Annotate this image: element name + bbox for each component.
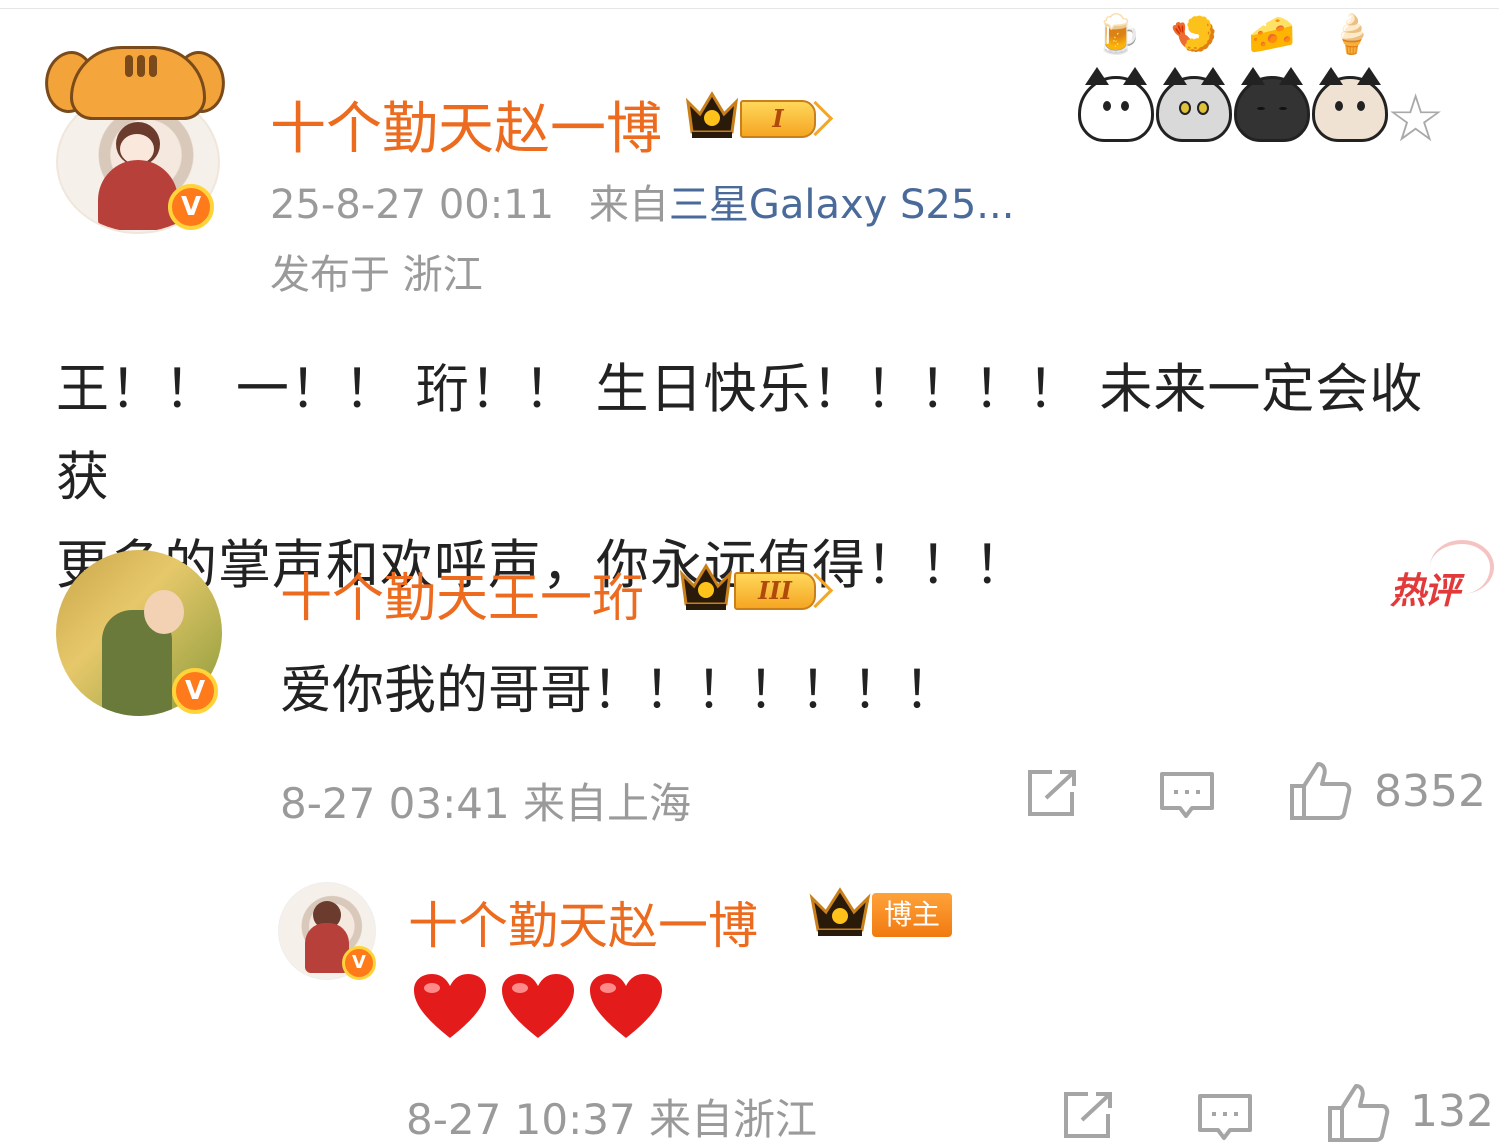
like-button[interactable]: [1326, 1082, 1392, 1144]
crown-icon: [809, 887, 871, 936]
share-button[interactable]: [1060, 1090, 1116, 1142]
heart-icon: [502, 974, 574, 1038]
rank-level: I: [740, 100, 816, 138]
reply-button[interactable]: [1158, 770, 1216, 822]
reply-button[interactable]: [1196, 1092, 1254, 1144]
heart-icon: [414, 974, 486, 1038]
reply-author-name[interactable]: 十个勤天赵一博: [408, 886, 758, 958]
top-divider: [0, 8, 1499, 9]
like-count: 8352: [1374, 766, 1486, 817]
grey-cat-icon: [1156, 67, 1232, 142]
tiger-stripe: [137, 55, 145, 77]
post-author-name[interactable]: 十个勤天赵一博: [270, 84, 662, 165]
device-link[interactable]: 三星Galaxy S25...: [669, 182, 1015, 228]
comment-icon: [1160, 772, 1214, 818]
share-icon: [1028, 770, 1076, 816]
beer-icon: 🍺: [1094, 12, 1142, 56]
post-meta: 25-8-27 00:11 来自三星Galaxy S25...: [270, 172, 1014, 230]
favorite-star-icon[interactable]: ☆: [1386, 86, 1445, 152]
share-button[interactable]: [1024, 768, 1080, 820]
fan-rank-badge[interactable]: I: [684, 88, 834, 142]
comment-author-name[interactable]: 十个勤天王一珩: [280, 556, 644, 631]
tiger-stripe: [125, 55, 133, 77]
share-icon: [1064, 1092, 1112, 1138]
post-location: 发布于 浙江: [270, 252, 483, 298]
verified-v-icon: V: [342, 946, 376, 980]
ice-cream-icon: 🍦: [1328, 12, 1376, 56]
avatar-figure-body: [98, 160, 178, 230]
comment-meta: 8-27 03:41 来自上海: [280, 779, 692, 828]
hot-comment-badge: 热评: [1390, 540, 1495, 614]
shrimp-icon: 🍤: [1170, 12, 1218, 56]
crown-icon: [685, 91, 739, 138]
like-button[interactable]: [1288, 760, 1354, 822]
avatar-figure-face: [144, 590, 184, 634]
blogger-host-badge: 博主: [872, 893, 952, 937]
verified-v-icon: V: [168, 184, 214, 230]
rank-level: III: [734, 572, 816, 610]
heart-icon: [590, 974, 662, 1038]
thumbs-up-icon: [1328, 1084, 1390, 1142]
siamese-cat-icon: [1312, 67, 1388, 142]
comment-text: 爱你我的哥哥！！！！！！！: [280, 661, 957, 721]
comment-icon: [1198, 1094, 1252, 1140]
crown-icon: [679, 563, 733, 610]
from-prefix: 来自: [588, 182, 669, 228]
thumbs-up-icon: [1290, 762, 1352, 820]
post-time: 25-8-27 00:11: [270, 182, 555, 228]
post-content-line: 王！！ 一！！ 珩！！ 生日快乐！！！！！ 未来一定会收获: [56, 359, 1424, 508]
reply-meta: 8-27 10:37 来自浙江: [406, 1095, 818, 1144]
white-cat-icon: [1078, 67, 1154, 142]
tiger-stripe: [149, 55, 157, 77]
cheese-icon: 🧀: [1248, 12, 1296, 56]
like-count: 132: [1410, 1086, 1494, 1137]
verified-v-icon: V: [172, 668, 218, 714]
tiger-frame-icon: [70, 46, 206, 120]
black-cat-icon: [1234, 67, 1310, 142]
fan-rank-badge[interactable]: III: [678, 560, 834, 614]
